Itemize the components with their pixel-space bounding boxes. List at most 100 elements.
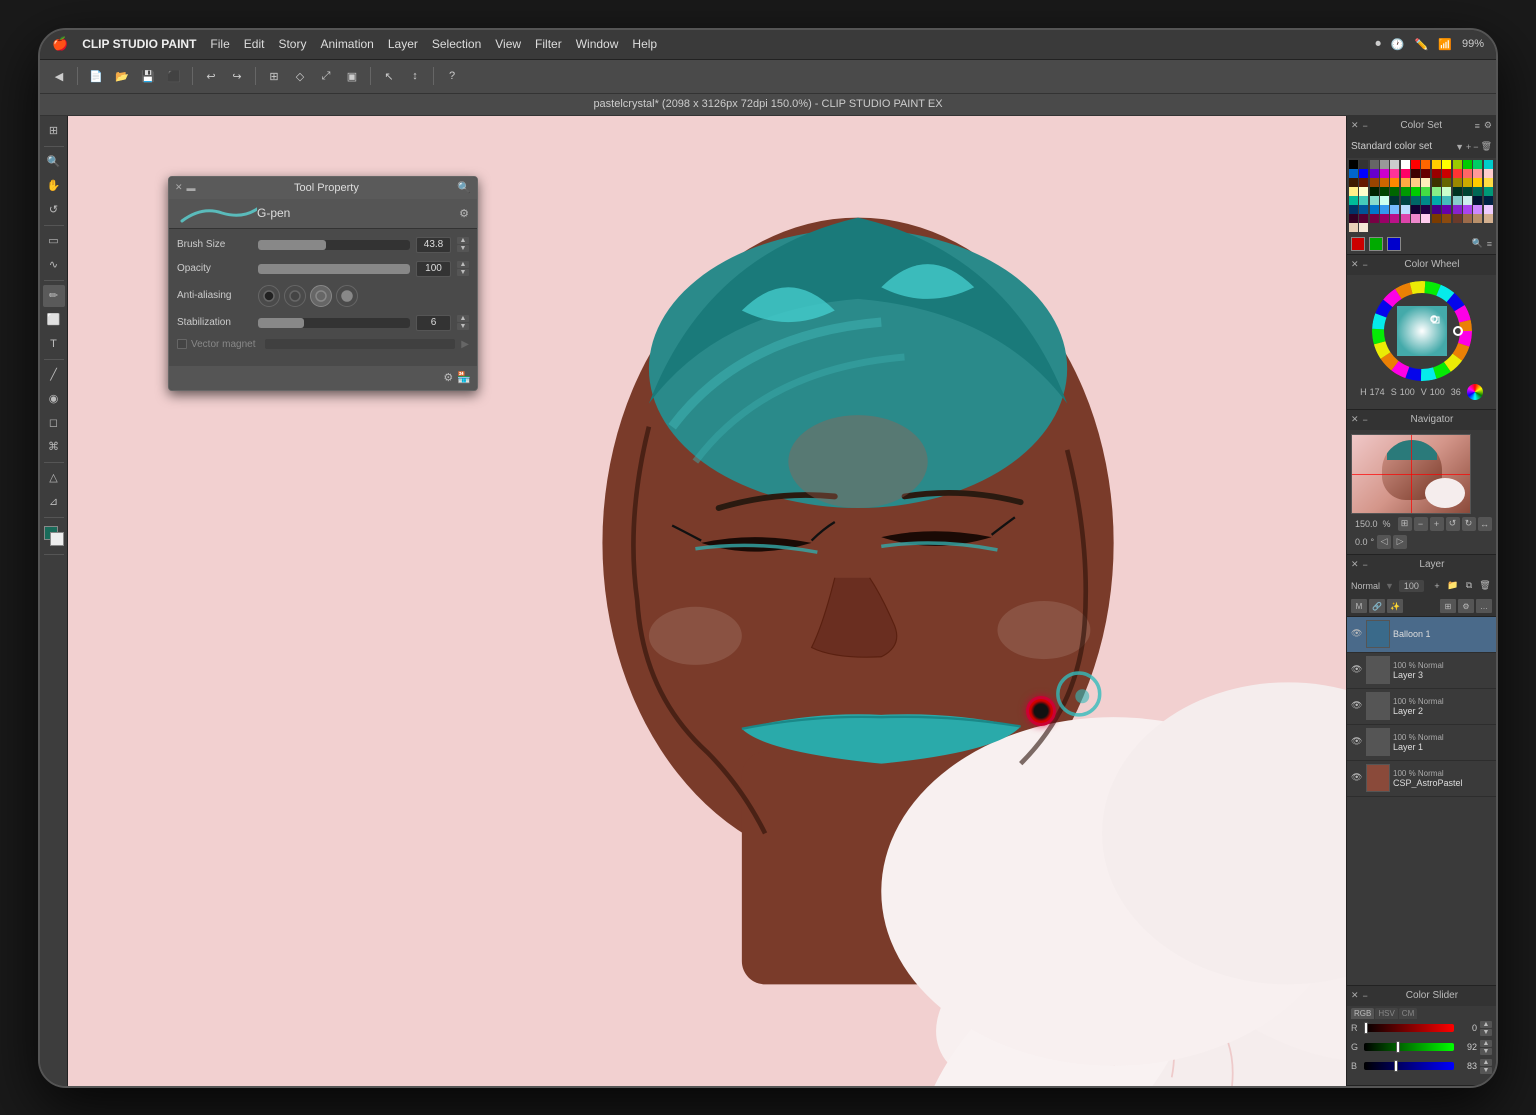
color-cell[interactable] xyxy=(1473,205,1482,214)
lasso-tool[interactable]: ∿ xyxy=(43,254,65,276)
color-cell[interactable] xyxy=(1421,205,1430,214)
color-set-menu[interactable]: ≡ xyxy=(1475,121,1480,131)
layer-blend-mode[interactable]: Normal xyxy=(1351,581,1380,591)
layer-link-btn[interactable]: 🔗 xyxy=(1369,599,1385,613)
b-down[interactable]: ▼ xyxy=(1480,1067,1492,1074)
menu-file[interactable]: File xyxy=(210,37,229,51)
color-cell[interactable] xyxy=(1453,196,1462,205)
color-cell[interactable] xyxy=(1370,169,1379,178)
g-up[interactable]: ▲ xyxy=(1480,1040,1492,1047)
cm-tab[interactable]: CM xyxy=(1399,1008,1417,1019)
color-cell[interactable] xyxy=(1370,178,1379,187)
color-cell[interactable] xyxy=(1390,214,1399,223)
color-list-icon[interactable]: ≡ xyxy=(1487,239,1492,249)
r-thumb[interactable] xyxy=(1364,1022,1368,1034)
layer-opacity-input[interactable] xyxy=(1399,580,1424,592)
color-cell[interactable] xyxy=(1442,160,1451,169)
r-up[interactable]: ▲ xyxy=(1480,1021,1492,1028)
color-cell[interactable] xyxy=(1463,214,1472,223)
stabilization-down[interactable]: ▼ xyxy=(457,323,469,330)
layer-folder-btn[interactable]: 📁 xyxy=(1446,579,1460,593)
layer-grid-btn[interactable]: ⊞ xyxy=(1440,599,1456,613)
redo-btn[interactable]: ↪ xyxy=(226,65,248,87)
anti-alias-medium[interactable] xyxy=(310,285,332,307)
color-cell[interactable] xyxy=(1370,187,1379,196)
color-cell[interactable] xyxy=(1401,187,1410,196)
layer-item[interactable]: 👁 100 % Normal Layer 2 xyxy=(1347,689,1496,725)
color-set-lock[interactable]: − xyxy=(1363,121,1368,131)
primary-green[interactable] xyxy=(1369,237,1383,251)
hsv-tab[interactable]: HSV xyxy=(1375,1008,1397,1019)
pen-tool[interactable]: ╱ xyxy=(43,364,65,386)
layer-visibility-icon[interactable]: 👁 xyxy=(1351,736,1363,748)
nav-prev-btn[interactable]: ◁ xyxy=(1377,535,1391,549)
color-set-close[interactable]: ✕ xyxy=(1351,120,1359,131)
lasso-btn[interactable]: ◇ xyxy=(289,65,311,87)
color-cell[interactable] xyxy=(1473,187,1482,196)
color-cell[interactable] xyxy=(1453,160,1462,169)
tp-close[interactable]: ✕ xyxy=(175,182,183,193)
color-cell[interactable] xyxy=(1411,214,1420,223)
color-cell[interactable] xyxy=(1380,169,1389,178)
color-cell[interactable] xyxy=(1463,169,1472,178)
color-wheel-close[interactable]: ✕ xyxy=(1351,259,1359,270)
color-cell[interactable] xyxy=(1432,196,1441,205)
color-cell[interactable] xyxy=(1421,169,1430,178)
color-cell[interactable] xyxy=(1484,187,1493,196)
color-wheel-lock[interactable]: − xyxy=(1363,260,1368,270)
color-cell[interactable] xyxy=(1390,160,1399,169)
r-down[interactable]: ▼ xyxy=(1480,1029,1492,1036)
stabilization-slider[interactable] xyxy=(258,318,410,328)
apple-menu[interactable]: 🍎 xyxy=(52,36,68,52)
menu-animation[interactable]: Animation xyxy=(320,37,373,51)
color-cell[interactable] xyxy=(1453,187,1462,196)
g-thumb[interactable] xyxy=(1396,1041,1400,1053)
color-cell[interactable] xyxy=(1432,214,1441,223)
tp-search-icon[interactable]: 🔍 xyxy=(457,181,471,194)
color-cell[interactable] xyxy=(1349,223,1358,232)
nav-flip-h-btn[interactable]: ↔ xyxy=(1478,517,1492,531)
color-cell[interactable] xyxy=(1359,196,1368,205)
color-cell[interactable] xyxy=(1432,178,1441,187)
color-cell[interactable] xyxy=(1390,205,1399,214)
color-cell[interactable] xyxy=(1442,196,1451,205)
navigator-thumbnail[interactable] xyxy=(1351,434,1471,514)
layer-delete-btn[interactable]: 🗑 xyxy=(1478,579,1492,593)
color-set-trash[interactable]: 🗑 xyxy=(1481,141,1492,152)
r-slider[interactable] xyxy=(1364,1024,1454,1032)
color-cell[interactable] xyxy=(1390,178,1399,187)
primary-blue[interactable] xyxy=(1387,237,1401,251)
color-cell[interactable] xyxy=(1463,196,1472,205)
hue-circle-icon[interactable] xyxy=(1467,384,1483,400)
opacity-value[interactable]: 100 xyxy=(416,261,451,277)
color-cell[interactable] xyxy=(1432,187,1441,196)
menu-window[interactable]: Window xyxy=(576,37,619,51)
pan-tool[interactable]: ✋ xyxy=(43,175,65,197)
move-btn[interactable]: ↕ xyxy=(404,65,426,87)
nav-rotate-left-btn[interactable]: ↺ xyxy=(1446,517,1460,531)
color-cell[interactable] xyxy=(1349,214,1358,223)
anti-alias-weak[interactable] xyxy=(284,285,306,307)
color-cell[interactable] xyxy=(1349,205,1358,214)
fill-btn[interactable]: ▣ xyxy=(341,65,363,87)
text-tool[interactable]: T xyxy=(43,333,65,355)
zoom-in-tool[interactable]: 🔍 xyxy=(43,151,65,173)
color-wheel[interactable] xyxy=(1372,281,1472,381)
color-cell[interactable] xyxy=(1442,187,1451,196)
anti-alias-strong[interactable] xyxy=(336,285,358,307)
undo-btn[interactable]: ↩ xyxy=(200,65,222,87)
color-cell[interactable] xyxy=(1370,196,1379,205)
color-cell[interactable] xyxy=(1401,205,1410,214)
color-cell[interactable] xyxy=(1380,160,1389,169)
color-cell[interactable] xyxy=(1484,205,1493,214)
color-cell[interactable] xyxy=(1380,214,1389,223)
layer-visibility-icon[interactable]: 👁 xyxy=(1351,772,1363,784)
color-cell[interactable] xyxy=(1349,178,1358,187)
color-cell[interactable] xyxy=(1432,205,1441,214)
brush-size-slider[interactable] xyxy=(258,240,410,250)
color-cell[interactable] xyxy=(1463,178,1472,187)
color-cell[interactable] xyxy=(1442,214,1451,223)
color-cell[interactable] xyxy=(1359,223,1368,232)
color-slider-lock[interactable]: − xyxy=(1363,991,1368,1001)
anti-alias-none[interactable] xyxy=(258,285,280,307)
